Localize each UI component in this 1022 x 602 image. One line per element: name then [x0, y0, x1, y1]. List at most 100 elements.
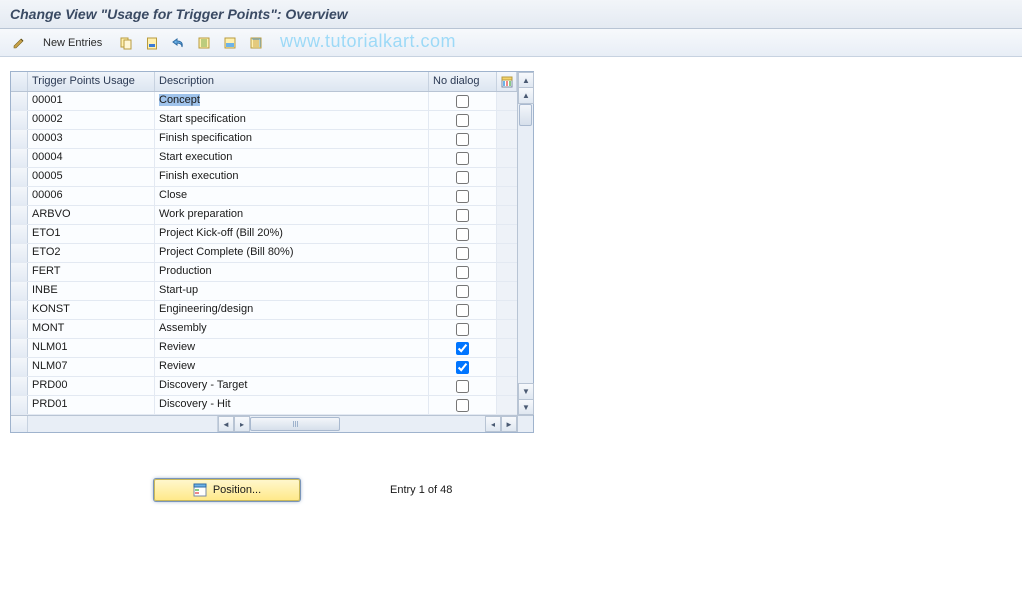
no-dialog-checkbox[interactable]	[456, 361, 469, 374]
row-selector[interactable]	[11, 187, 28, 205]
scroll-thumb[interactable]	[519, 104, 532, 126]
vertical-scrollbar[interactable]: ▲ ▲ ▼ ▼	[517, 72, 533, 415]
hscroll-track[interactable]	[250, 416, 485, 432]
row-selector[interactable]	[11, 358, 28, 376]
row-selector[interactable]	[11, 263, 28, 281]
cell-usage[interactable]: PRD00	[28, 377, 155, 395]
row-selector[interactable]	[11, 149, 28, 167]
hscroll-thumb[interactable]	[250, 417, 340, 431]
cell-description[interactable]: Start-up	[155, 282, 429, 300]
scroll-bottom-icon[interactable]: ▼	[518, 399, 534, 415]
no-dialog-checkbox[interactable]	[456, 114, 469, 127]
no-dialog-checkbox[interactable]	[456, 323, 469, 336]
cell-description[interactable]: Work preparation	[155, 206, 429, 224]
no-dialog-checkbox[interactable]	[456, 171, 469, 184]
cell-description[interactable]: Assembly	[155, 320, 429, 338]
scroll-track[interactable]	[518, 104, 533, 383]
no-dialog-checkbox[interactable]	[456, 247, 469, 260]
toggle-display-change-icon[interactable]	[8, 33, 30, 53]
scroll-top-icon[interactable]: ▲	[518, 72, 534, 88]
no-dialog-checkbox[interactable]	[456, 266, 469, 279]
cell-description[interactable]: Finish execution	[155, 168, 429, 186]
delete-icon[interactable]	[141, 33, 163, 53]
row-selector[interactable]	[11, 130, 28, 148]
no-dialog-checkbox[interactable]	[456, 228, 469, 241]
no-dialog-checkbox[interactable]	[456, 342, 469, 355]
cell-usage[interactable]: 00003	[28, 130, 155, 148]
row-selector[interactable]	[11, 396, 28, 414]
cell-usage[interactable]: NLM07	[28, 358, 155, 376]
column-header-description[interactable]: Description	[155, 72, 429, 91]
position-button[interactable]: Position...	[154, 479, 300, 501]
cell-description[interactable]: Concept	[155, 92, 429, 110]
row-selector[interactable]	[11, 244, 28, 262]
cell-pad	[497, 339, 517, 357]
cell-usage[interactable]: 00001	[28, 92, 155, 110]
cell-usage[interactable]: KONST	[28, 301, 155, 319]
cell-usage[interactable]: NLM01	[28, 339, 155, 357]
copy-as-icon[interactable]	[115, 33, 137, 53]
cell-description[interactable]: Discovery - Hit	[155, 396, 429, 414]
row-selector[interactable]	[11, 320, 28, 338]
row-selector[interactable]	[11, 206, 28, 224]
cell-pad	[497, 263, 517, 281]
cell-usage[interactable]: 00006	[28, 187, 155, 205]
column-header-no-dialog[interactable]: No dialog	[429, 72, 497, 91]
cell-description[interactable]: Project Complete (Bill 80%)	[155, 244, 429, 262]
no-dialog-checkbox[interactable]	[456, 399, 469, 412]
row-selector[interactable]	[11, 92, 28, 110]
scroll-page-up-icon[interactable]: ▲	[518, 88, 534, 104]
cell-usage[interactable]: ETO2	[28, 244, 155, 262]
cell-description[interactable]: Review	[155, 339, 429, 357]
cell-usage[interactable]: INBE	[28, 282, 155, 300]
no-dialog-checkbox[interactable]	[456, 152, 469, 165]
row-selector[interactable]	[11, 301, 28, 319]
scroll-col-left-icon[interactable]: ▸	[234, 416, 250, 432]
cell-usage[interactable]: 00004	[28, 149, 155, 167]
cell-pad	[497, 168, 517, 186]
horizontal-scrollbar[interactable]: ◄ ▸ ◂ ►	[11, 415, 517, 432]
scroll-page-down-icon[interactable]: ▼	[518, 383, 534, 399]
select-block-icon[interactable]	[219, 33, 241, 53]
no-dialog-checkbox[interactable]	[456, 133, 469, 146]
row-selector[interactable]	[11, 225, 28, 243]
cell-pad	[497, 244, 517, 262]
row-selector[interactable]	[11, 168, 28, 186]
row-selector[interactable]	[11, 282, 28, 300]
no-dialog-checkbox[interactable]	[456, 380, 469, 393]
cell-usage[interactable]: FERT	[28, 263, 155, 281]
cell-description[interactable]: Production	[155, 263, 429, 281]
scroll-right-icon[interactable]: ►	[501, 416, 517, 432]
no-dialog-checkbox[interactable]	[456, 209, 469, 222]
scroll-left-icon[interactable]: ◄	[218, 416, 234, 432]
cell-usage[interactable]: 00005	[28, 168, 155, 186]
cell-description[interactable]: Close	[155, 187, 429, 205]
select-all-icon[interactable]	[193, 33, 215, 53]
no-dialog-checkbox[interactable]	[456, 285, 469, 298]
cell-usage[interactable]: ARBVO	[28, 206, 155, 224]
new-entries-button[interactable]: New Entries	[34, 33, 111, 53]
cell-description[interactable]: Project Kick-off (Bill 20%)	[155, 225, 429, 243]
no-dialog-checkbox[interactable]	[456, 304, 469, 317]
cell-description[interactable]: Discovery - Target	[155, 377, 429, 395]
no-dialog-checkbox[interactable]	[456, 190, 469, 203]
cell-usage[interactable]: ETO1	[28, 225, 155, 243]
cell-description[interactable]: Start specification	[155, 111, 429, 129]
row-selector[interactable]	[11, 377, 28, 395]
column-header-usage[interactable]: Trigger Points Usage	[28, 72, 155, 91]
row-selector[interactable]	[11, 111, 28, 129]
cell-usage[interactable]: 00002	[28, 111, 155, 129]
cell-usage[interactable]: PRD01	[28, 396, 155, 414]
undo-change-icon[interactable]	[167, 33, 189, 53]
cell-description[interactable]: Engineering/design	[155, 301, 429, 319]
cell-description[interactable]: Start execution	[155, 149, 429, 167]
deselect-all-icon[interactable]	[245, 33, 267, 53]
cell-description[interactable]: Finish specification	[155, 130, 429, 148]
row-selector[interactable]	[11, 339, 28, 357]
configure-columns-icon[interactable]	[497, 72, 517, 91]
cell-usage[interactable]: MONT	[28, 320, 155, 338]
cell-description[interactable]: Review	[155, 358, 429, 376]
scroll-col-right-icon[interactable]: ◂	[485, 416, 501, 432]
no-dialog-checkbox[interactable]	[456, 95, 469, 108]
table-row: 00006Close	[11, 187, 517, 206]
